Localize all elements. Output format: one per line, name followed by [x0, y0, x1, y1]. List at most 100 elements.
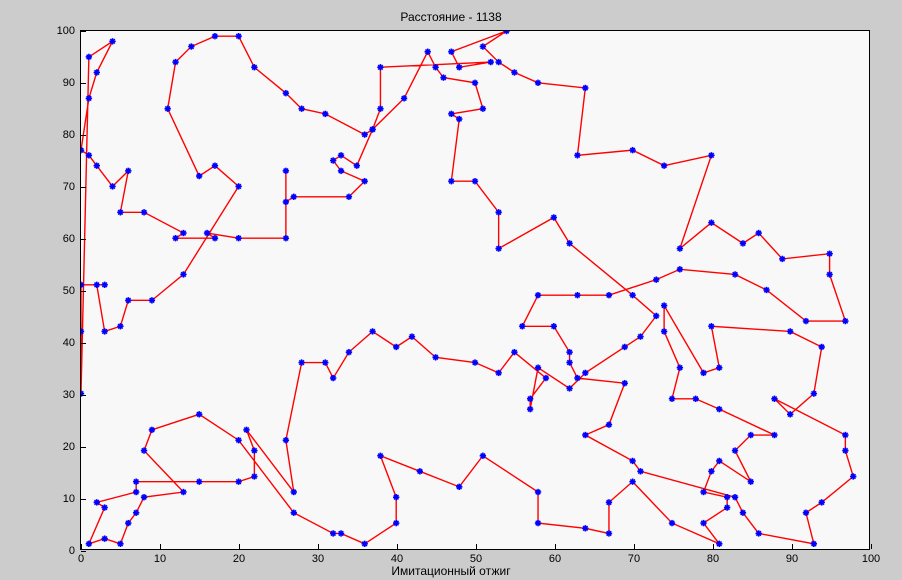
tour-node	[748, 478, 754, 484]
tour-node	[369, 328, 375, 334]
tour-node	[551, 323, 557, 329]
tour-node	[283, 90, 289, 96]
tour-node	[811, 390, 817, 396]
y-tick-label: 60	[63, 233, 75, 245]
tour-node	[771, 432, 777, 438]
tour-node	[708, 468, 714, 474]
tour-node	[724, 504, 730, 510]
tour-node	[755, 230, 761, 236]
tour-node	[527, 406, 533, 412]
tour-node	[180, 271, 186, 277]
tour-node	[298, 106, 304, 112]
tour-node	[101, 535, 107, 541]
tour-node	[117, 209, 123, 215]
tour-node	[842, 432, 848, 438]
tour-node	[251, 473, 257, 479]
tour-node	[330, 157, 336, 163]
tour-node	[94, 69, 100, 75]
tour-node	[803, 318, 809, 324]
tour-node	[622, 344, 628, 350]
tour-node	[637, 468, 643, 474]
tour-node	[582, 525, 588, 531]
tour-node	[787, 411, 793, 417]
tour-node	[361, 541, 367, 547]
tsp-plot	[81, 31, 869, 549]
tour-node	[361, 178, 367, 184]
tour-node	[235, 478, 241, 484]
tour-node	[850, 473, 856, 479]
tour-node	[732, 271, 738, 277]
tour-node	[322, 111, 328, 117]
tour-node	[819, 499, 825, 505]
tour-node	[519, 323, 525, 329]
y-tick-label: 90	[63, 77, 75, 89]
tour-node	[495, 59, 501, 65]
tour-node	[716, 541, 722, 547]
tour-node	[417, 468, 423, 474]
tour-node	[196, 478, 202, 484]
tour-node	[149, 297, 155, 303]
tour-node	[81, 328, 84, 334]
tour-node	[393, 520, 399, 526]
tour-node	[432, 354, 438, 360]
tour-node	[716, 365, 722, 371]
tour-node	[330, 375, 336, 381]
y-tick-label: 40	[63, 337, 75, 349]
tour-node	[346, 349, 352, 355]
tour-node	[495, 370, 501, 376]
tour-node	[826, 271, 832, 277]
tour-node	[661, 328, 667, 334]
tour-node	[94, 162, 100, 168]
tour-node	[842, 318, 848, 324]
plot-axes: 0102030405060708090100010203040506070809…	[80, 30, 870, 550]
tour-node	[606, 421, 612, 427]
tour-node	[109, 183, 115, 189]
tour-node	[488, 59, 494, 65]
tour-node	[740, 240, 746, 246]
tour-node	[448, 49, 454, 55]
y-tick-label: 50	[63, 285, 75, 297]
y-tick-label: 10	[63, 493, 75, 505]
tour-node	[779, 256, 785, 262]
tour-node	[629, 292, 635, 298]
tour-node	[700, 520, 706, 526]
tour-node	[361, 131, 367, 137]
tour-node	[196, 173, 202, 179]
tour-node	[212, 162, 218, 168]
tour-node	[708, 219, 714, 225]
tour-node	[133, 489, 139, 495]
tour-node	[377, 453, 383, 459]
y-tick-label: 30	[63, 389, 75, 401]
tour-node	[448, 111, 454, 117]
tour-node	[480, 43, 486, 49]
tour-node	[440, 74, 446, 80]
tour-node	[842, 447, 848, 453]
tour-node	[393, 344, 399, 350]
tour-node	[535, 80, 541, 86]
y-tick-label: 100	[57, 25, 75, 37]
tour-node	[409, 333, 415, 339]
tour-node	[283, 199, 289, 205]
tour-node	[724, 494, 730, 500]
tour-node	[125, 168, 131, 174]
tour-node	[235, 183, 241, 189]
tour-node	[535, 292, 541, 298]
tour-node	[235, 437, 241, 443]
tour-node	[535, 489, 541, 495]
tour-node	[606, 499, 612, 505]
tour-node	[582, 432, 588, 438]
tour-node	[212, 33, 218, 39]
tour-node	[188, 43, 194, 49]
tour-node	[527, 396, 533, 402]
tour-node	[669, 396, 675, 402]
tour-node	[164, 106, 170, 112]
tour-node	[472, 80, 478, 86]
tour-node	[535, 520, 541, 526]
tour-node	[574, 292, 580, 298]
tour-node	[401, 95, 407, 101]
tour-node	[700, 489, 706, 495]
tour-node	[101, 328, 107, 334]
tour-node	[94, 499, 100, 505]
tour-node	[338, 168, 344, 174]
tour-node	[787, 328, 793, 334]
